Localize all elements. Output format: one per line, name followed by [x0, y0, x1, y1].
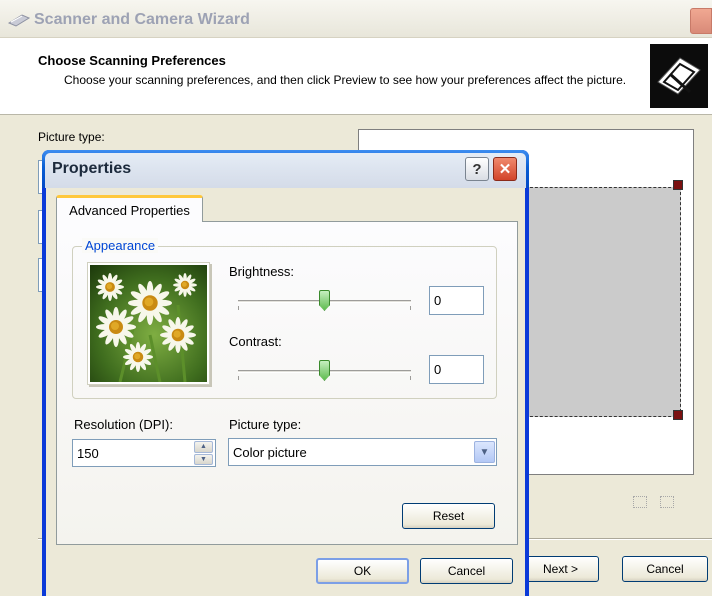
brightness-label: Brightness: — [229, 264, 295, 279]
brightness-value-field[interactable]: 0 — [429, 286, 484, 315]
wizard-page-subtitle: Choose your scanning preferences, and th… — [64, 73, 627, 87]
help-button[interactable]: ? — [465, 157, 489, 181]
appearance-group-label: Appearance — [82, 238, 159, 253]
wizard-close-button[interactable] — [690, 8, 712, 34]
wizard-title: Scanner and Camera Wizard — [34, 11, 250, 28]
help-icon: ? — [472, 160, 482, 178]
fit-icon[interactable] — [660, 496, 674, 508]
wizard-page-title: Choose Scanning Preferences — [38, 53, 226, 68]
wizard-logo-icon — [650, 44, 708, 108]
wizard-cancel-button[interactable]: Cancel — [622, 556, 708, 582]
contrast-tick-min — [238, 376, 239, 380]
scan-preview-area[interactable] — [525, 187, 681, 417]
brightness-tick-min — [238, 306, 239, 310]
spin-up-icon[interactable]: ▲ — [194, 441, 213, 453]
selection-handle-bottom-right[interactable] — [673, 410, 683, 420]
resolution-label: Resolution (DPI): — [74, 417, 173, 432]
wizard-picture-type-label: Picture type: — [38, 130, 105, 144]
contrast-label: Contrast: — [229, 334, 282, 349]
contrast-value-field[interactable]: 0 — [429, 355, 484, 384]
contrast-tick-max — [410, 376, 411, 380]
tab-advanced-properties[interactable]: Advanced Properties — [56, 195, 203, 222]
picture-type-label: Picture type: — [229, 417, 302, 432]
daisy-photo-icon — [90, 265, 207, 382]
close-icon: ✕ — [498, 161, 512, 178]
brightness-tick-max — [410, 306, 411, 310]
zoom-to-selection-icon[interactable] — [633, 496, 647, 508]
dialog-cancel-button[interactable]: Cancel — [420, 558, 513, 584]
resolution-spinner[interactable]: ▲ ▼ — [194, 441, 213, 465]
close-button[interactable]: ✕ — [493, 157, 517, 181]
chevron-down-icon[interactable]: ▼ — [474, 441, 495, 463]
spin-down-icon[interactable]: ▼ — [194, 453, 213, 465]
ok-button[interactable]: OK — [316, 558, 409, 584]
picture-type-select[interactable]: Color picture — [228, 438, 497, 466]
dialog-title: Properties — [52, 160, 132, 177]
next-button[interactable]: Next > — [522, 556, 599, 582]
reset-button[interactable]: Reset — [402, 503, 495, 529]
scanner-icon — [8, 14, 30, 27]
selection-handle-top-right[interactable] — [673, 180, 683, 190]
